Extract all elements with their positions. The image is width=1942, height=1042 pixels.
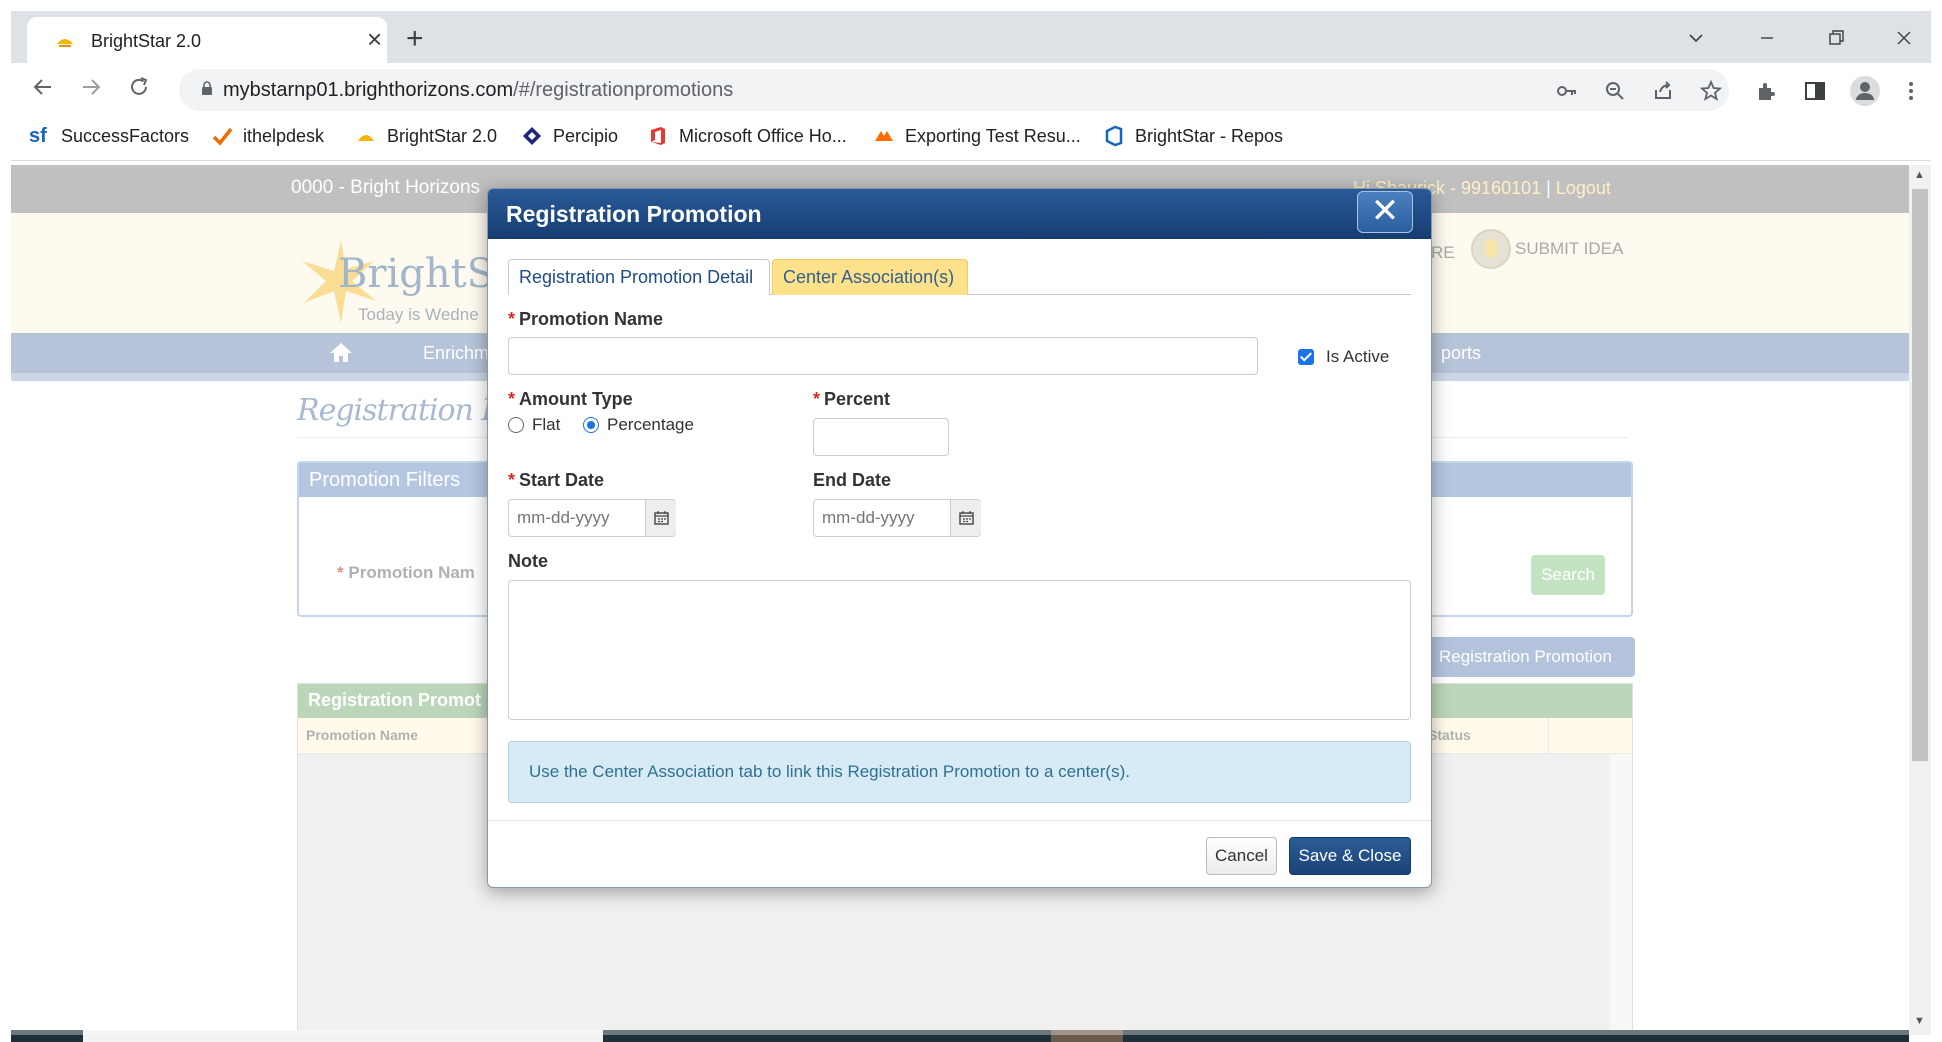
end-date-field (813, 499, 981, 537)
close-tab-icon[interactable]: × (367, 26, 382, 52)
new-tab-icon[interactable]: + (406, 24, 424, 54)
end-date-label: End Date (813, 470, 892, 490)
close-window-icon[interactable] (1895, 29, 1913, 47)
successfactors-icon: sf (29, 125, 47, 147)
percent-input[interactable] (813, 418, 949, 456)
bookmark-percipio[interactable]: Percipio (521, 125, 618, 147)
is-active-label: Is Active (1326, 347, 1390, 366)
bookmark-label: Exporting Test Resu... (905, 125, 1081, 146)
zoom-out-icon[interactable] (1603, 79, 1627, 103)
scrollbar-thumb[interactable] (1912, 189, 1928, 761)
dialog-footer-divider (488, 820, 1431, 821)
share-icon[interactable] (1651, 79, 1675, 103)
is-active-checkbox[interactable]: Is Active (1298, 347, 1389, 367)
calendar-icon[interactable] (645, 500, 676, 536)
bookmark-label: ithelpdesk (243, 125, 325, 146)
tab-registration-promotion-detail[interactable]: Registration Promotion Detail (508, 259, 770, 295)
reload-icon[interactable] (127, 75, 151, 99)
azure-repos-icon (1105, 125, 1123, 147)
page-scrollbar[interactable]: ▲ ▼ (1909, 165, 1931, 1035)
bookmark-label: Percipio (553, 125, 619, 146)
browser-chrome: BrightStar 2.0 × + mybstarnp01.brighthor… (11, 11, 1931, 161)
start-date-field (508, 499, 676, 537)
amount-type-flat-radio[interactable]: Flat (508, 415, 560, 435)
bookmark-star-icon[interactable] (1699, 79, 1723, 103)
brightstar-icon (358, 135, 374, 141)
promotion-name-label: * Promotion Name (508, 309, 664, 329)
save-and-close-button[interactable]: Save & Close (1289, 837, 1411, 875)
scroll-up-icon[interactable]: ▲ (1914, 169, 1925, 181)
bookmark-repos[interactable]: BrightStar - Repos (1103, 125, 1283, 147)
bookmark-exporting[interactable]: Exporting Test Resu... (873, 125, 1081, 147)
profile-avatar-icon[interactable] (1849, 75, 1881, 107)
center-association-info: Use the Center Association tab to link t… (508, 741, 1411, 803)
radio-unselected-icon[interactable] (508, 417, 524, 433)
lock-icon[interactable] (201, 81, 213, 95)
browser-tab[interactable]: BrightStar 2.0 × (27, 17, 387, 63)
start-date-label: * Start Date (508, 470, 605, 490)
checkmark-icon (212, 127, 233, 146)
dialog-title: Registration Promotion (506, 201, 762, 227)
office-icon (651, 127, 665, 145)
side-panel-icon[interactable] (1803, 79, 1827, 103)
note-textarea[interactable] (508, 580, 1411, 720)
back-icon[interactable] (31, 75, 55, 99)
bookmark-successfactors[interactable]: sf SuccessFactors (29, 125, 189, 147)
tab-center-associations[interactable]: Center Association(s) (772, 259, 968, 295)
radio-selected-icon[interactable] (583, 417, 599, 433)
key-icon[interactable] (1555, 79, 1579, 103)
bookmark-label: SuccessFactors (61, 125, 190, 146)
browser-tab-title: BrightStar 2.0 (91, 31, 202, 51)
forward-icon[interactable] (79, 75, 103, 99)
postman-icon (875, 131, 893, 141)
bookmark-office[interactable]: Microsoft Office Ho... (647, 125, 847, 147)
end-date-input[interactable] (814, 500, 950, 536)
dialog-tabs: Registration Promotion Detail Center Ass… (508, 259, 1411, 295)
close-icon[interactable]: ✕ (1357, 191, 1413, 233)
bookmark-brightstar[interactable]: BrightStar 2.0 (355, 125, 497, 147)
restore-icon[interactable] (1827, 29, 1845, 47)
cancel-button[interactable]: Cancel (1206, 837, 1277, 875)
url-path: /#/registrationpromotions (513, 79, 734, 101)
browser-toolbar: mybstarnp01.brighthorizons.com/#/registr… (11, 63, 1931, 115)
note-label: Note (508, 551, 548, 571)
url-host: mybstarnp01.brighthorizons.com (223, 79, 514, 101)
percent-label: * Percent (813, 389, 891, 409)
bookmark-label: BrightStar 2.0 (387, 125, 498, 146)
percipio-icon (523, 127, 541, 145)
bookmark-label: Microsoft Office Ho... (679, 125, 847, 146)
promotion-name-input[interactable] (508, 337, 1258, 375)
minimize-icon[interactable] (1758, 29, 1776, 47)
address-bar[interactable]: mybstarnp01.brighthorizons.com/#/registr… (179, 69, 1729, 111)
registration-promotion-dialog: Registration Promotion ✕ Registration Pr… (487, 188, 1432, 888)
radio-label: Percentage (607, 415, 694, 434)
calendar-icon[interactable] (950, 500, 981, 536)
amount-type-percentage-radio[interactable]: Percentage (583, 415, 694, 435)
menu-dots-icon[interactable] (1899, 79, 1923, 103)
start-date-input[interactable] (509, 500, 645, 536)
bookmark-label: BrightStar - Repos (1135, 125, 1284, 146)
bookmarks-bar: sf SuccessFactors ithelpdesk BrightStar … (11, 115, 1931, 161)
tab-search-chevron-icon[interactable] (1687, 29, 1705, 47)
brightstar-favicon-icon (57, 39, 73, 47)
amount-type-label: * Amount Type (508, 389, 633, 409)
radio-label: Flat (532, 415, 561, 434)
checkbox-checked-icon[interactable] (1298, 349, 1314, 365)
bookmark-ithelpdesk[interactable]: ithelpdesk (211, 125, 324, 147)
scroll-down-icon[interactable]: ▼ (1914, 1015, 1925, 1027)
url-text[interactable]: mybstarnp01.brighthorizons.com/#/registr… (223, 79, 733, 102)
tab-strip: BrightStar 2.0 × + (11, 11, 1931, 63)
extensions-icon[interactable] (1755, 79, 1779, 103)
dialog-header: Registration Promotion ✕ (488, 189, 1431, 239)
